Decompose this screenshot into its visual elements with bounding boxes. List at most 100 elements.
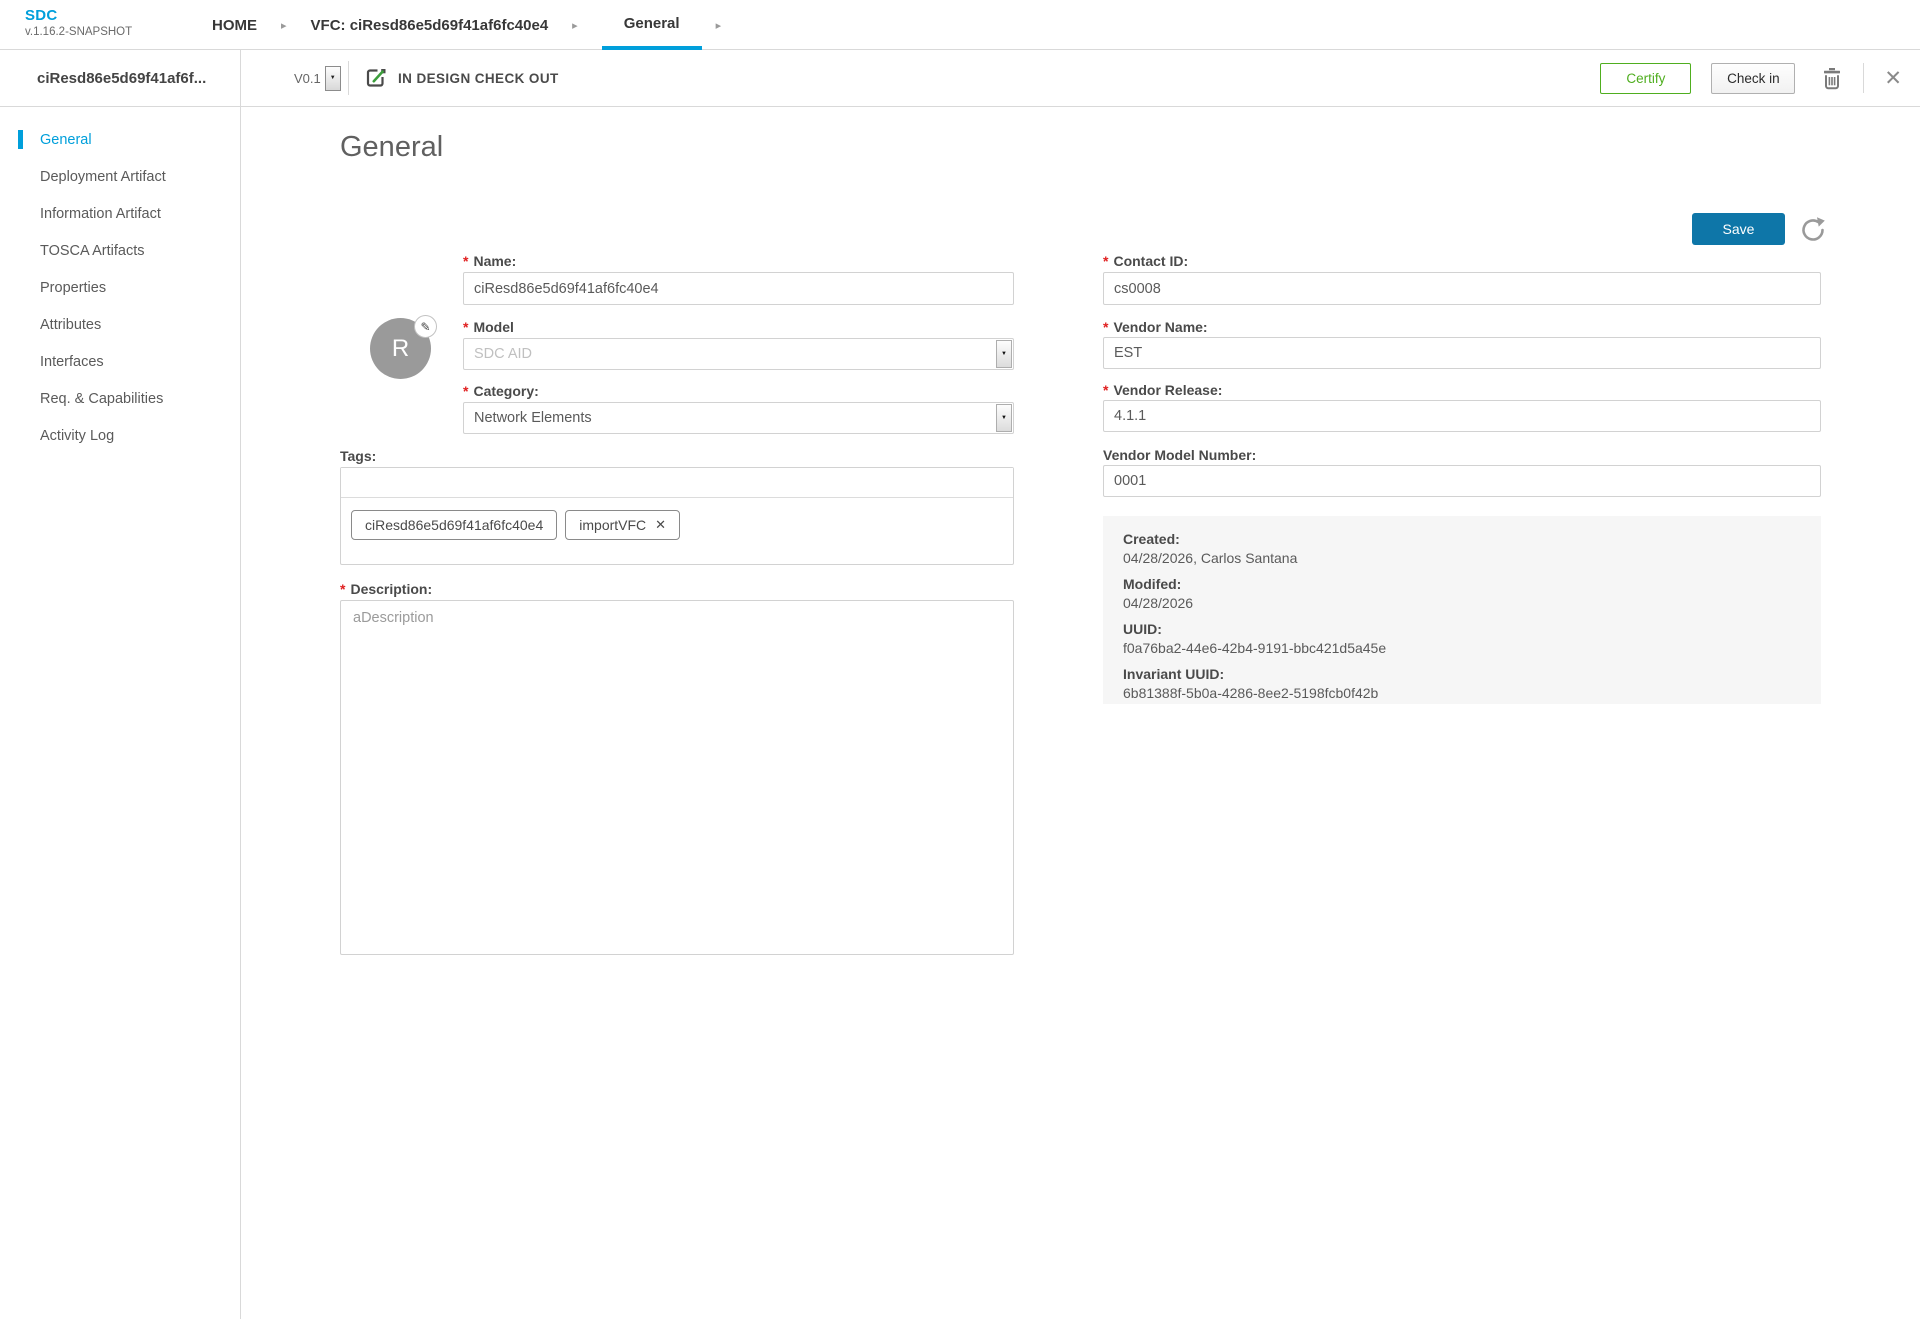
avatar-letter: R xyxy=(392,335,409,363)
sidebar-item-label: Information Artifact xyxy=(40,206,161,222)
check-in-button[interactable]: Check in xyxy=(1711,63,1795,94)
uuid-value: f0a76ba2-44e6-42b4-9191-bbc421d5a45e xyxy=(1123,639,1801,658)
contact-id-input[interactable] xyxy=(1103,272,1821,305)
name-input[interactable] xyxy=(463,272,1014,305)
name-label: *Name: xyxy=(463,253,516,269)
sidebar-item-label: Properties xyxy=(40,280,106,296)
sidebar-item-tosca-artifacts[interactable]: TOSCA Artifacts xyxy=(0,232,240,269)
metadata-box: Created: 04/28/2026, Carlos Santana Modi… xyxy=(1103,516,1821,704)
created-label: Created: xyxy=(1123,530,1801,549)
pencil-icon: ✎ xyxy=(420,320,430,334)
version-dropdown-icon[interactable]: ▼ xyxy=(325,66,341,91)
created-meta: Created: 04/28/2026, Carlos Santana xyxy=(1123,530,1801,568)
sidebar-item-activity-log[interactable]: Activity Log xyxy=(0,417,240,454)
modified-meta: Modifed: 04/28/2026 xyxy=(1123,575,1801,613)
refresh-icon xyxy=(1799,216,1827,244)
tag-chip-label: ciResd86e5d69f41af6fc40e4 xyxy=(365,517,543,533)
category-value: Network Elements xyxy=(474,410,995,426)
tag-chip-label: importVFC xyxy=(579,517,646,533)
required-marker: * xyxy=(463,253,468,269)
breadcrumb-home[interactable]: HOME xyxy=(212,0,257,50)
sidebar-item-interfaces[interactable]: Interfaces xyxy=(0,343,240,380)
modified-label: Modifed: xyxy=(1123,575,1801,594)
general-page: General Save R ✎ *Name: *Model SDC AID ▼… xyxy=(241,107,1920,1319)
required-marker: * xyxy=(1103,382,1108,398)
avatar: R ✎ xyxy=(370,318,431,379)
logo-title: SDC xyxy=(25,7,132,24)
tag-chips: ciResd86e5d69f41af6fc40e4 importVFC ✕ xyxy=(341,498,1013,552)
required-marker: * xyxy=(463,319,468,335)
save-button[interactable]: Save xyxy=(1692,213,1785,245)
modified-value: 04/28/2026 xyxy=(1123,594,1801,613)
breadcrumb-arrow-icon: ▸ xyxy=(572,0,578,50)
vendor-name-input[interactable] xyxy=(1103,337,1821,369)
vendor-release-label: *Vendor Release: xyxy=(1103,382,1222,398)
vendor-release-input[interactable] xyxy=(1103,400,1821,432)
required-marker: * xyxy=(1103,319,1108,335)
vendor-model-number-label: Vendor Model Number: xyxy=(1103,447,1256,463)
uuid-meta: UUID: f0a76ba2-44e6-42b4-9191-bbc421d5a4… xyxy=(1123,620,1801,658)
version-value: V0.1 xyxy=(294,71,321,86)
version-select[interactable]: V0.1 ▼ xyxy=(294,50,341,106)
top-header: SDC v.1.16.2-SNAPSHOT HOME ▸ VFC: ciResd… xyxy=(0,0,1920,50)
workspace-toolbar: ciResd86e5d69f41af6f... V0.1 ▼ IN DESIGN… xyxy=(0,50,1920,107)
delete-button[interactable] xyxy=(1821,66,1843,90)
component-title: ciResd86e5d69f41af6f... xyxy=(0,50,241,107)
model-select[interactable]: SDC AID ▼ xyxy=(463,338,1014,370)
active-indicator xyxy=(18,130,23,149)
sdc-app: SDC v.1.16.2-SNAPSHOT HOME ▸ VFC: ciResd… xyxy=(0,0,1920,1319)
vendor-model-number-input[interactable] xyxy=(1103,465,1821,497)
required-marker: * xyxy=(463,383,468,399)
sidebar-item-label: Attributes xyxy=(40,317,101,333)
created-value: 04/28/2026, Carlos Santana xyxy=(1123,549,1801,568)
sidebar-item-label: TOSCA Artifacts xyxy=(40,243,145,259)
close-button[interactable]: ✕ xyxy=(1884,68,1902,89)
breadcrumb-arrow-icon: ▸ xyxy=(281,0,287,50)
remove-tag-icon[interactable]: ✕ xyxy=(655,517,666,533)
model-value: SDC AID xyxy=(474,346,995,362)
trash-icon xyxy=(1821,66,1843,90)
breadcrumb-general[interactable]: General xyxy=(602,0,702,50)
sdc-logo[interactable]: SDC v.1.16.2-SNAPSHOT xyxy=(25,7,132,38)
model-label: *Model xyxy=(463,319,514,335)
tags-label: Tags: xyxy=(340,448,376,464)
sidebar-item-general[interactable]: General xyxy=(0,121,240,158)
page-title: General xyxy=(340,131,443,164)
sidebar-item-label: Activity Log xyxy=(40,428,114,444)
description-textarea[interactable]: aDescription xyxy=(340,600,1014,955)
sidebar-item-req-capabilities[interactable]: Req. & Capabilities xyxy=(0,380,240,417)
sidebar-item-attributes[interactable]: Attributes xyxy=(0,306,240,343)
sidebar: General Deployment Artifact Information … xyxy=(0,107,241,1319)
tag-chip: ciResd86e5d69f41af6fc40e4 xyxy=(351,510,557,540)
contact-id-label: *Contact ID: xyxy=(1103,253,1188,269)
breadcrumb-arrow-icon: ▸ xyxy=(716,0,722,50)
breadcrumb: HOME ▸ VFC: ciResd86e5d69f41af6fc40e4 ▸ … xyxy=(212,0,721,50)
lifecycle-state: IN DESIGN CHECK OUT xyxy=(364,50,559,106)
sidebar-item-deployment-artifact[interactable]: Deployment Artifact xyxy=(0,158,240,195)
category-select[interactable]: Network Elements ▼ xyxy=(463,402,1014,434)
sidebar-item-properties[interactable]: Properties xyxy=(0,269,240,306)
invariant-uuid-value: 6b81388f-5b0a-4286-8ee2-5198fcb0f42b xyxy=(1123,684,1801,703)
tags-box: ciResd86e5d69f41af6fc40e4 importVFC ✕ xyxy=(340,467,1014,565)
breadcrumb-vfc[interactable]: VFC: ciResd86e5d69f41af6fc40e4 xyxy=(311,0,549,50)
certify-button[interactable]: Certify xyxy=(1600,63,1691,94)
sidebar-item-label: Interfaces xyxy=(40,354,104,370)
description-label: *Description: xyxy=(340,581,432,597)
tag-chip: importVFC ✕ xyxy=(565,510,680,540)
tags-input[interactable] xyxy=(341,468,1013,498)
sidebar-item-label: Deployment Artifact xyxy=(40,169,166,185)
dropdown-arrow-icon: ▼ xyxy=(996,404,1012,432)
sidebar-item-label: Req. & Capabilities xyxy=(40,391,163,407)
edit-icon-button[interactable]: ✎ xyxy=(414,315,437,338)
sidebar-item-information-artifact[interactable]: Information Artifact xyxy=(0,195,240,232)
revert-button[interactable] xyxy=(1799,216,1827,244)
vendor-name-label: *Vendor Name: xyxy=(1103,319,1208,335)
uuid-label: UUID: xyxy=(1123,620,1801,639)
lifecycle-state-label: IN DESIGN CHECK OUT xyxy=(398,71,559,86)
required-marker: * xyxy=(1103,253,1108,269)
close-icon: ✕ xyxy=(1884,68,1902,89)
toolbar-divider xyxy=(348,61,349,95)
toolbar-actions: Certify Check in ✕ xyxy=(1600,50,1902,106)
toolbar-divider xyxy=(1863,63,1864,93)
dropdown-arrow-icon: ▼ xyxy=(996,340,1012,368)
